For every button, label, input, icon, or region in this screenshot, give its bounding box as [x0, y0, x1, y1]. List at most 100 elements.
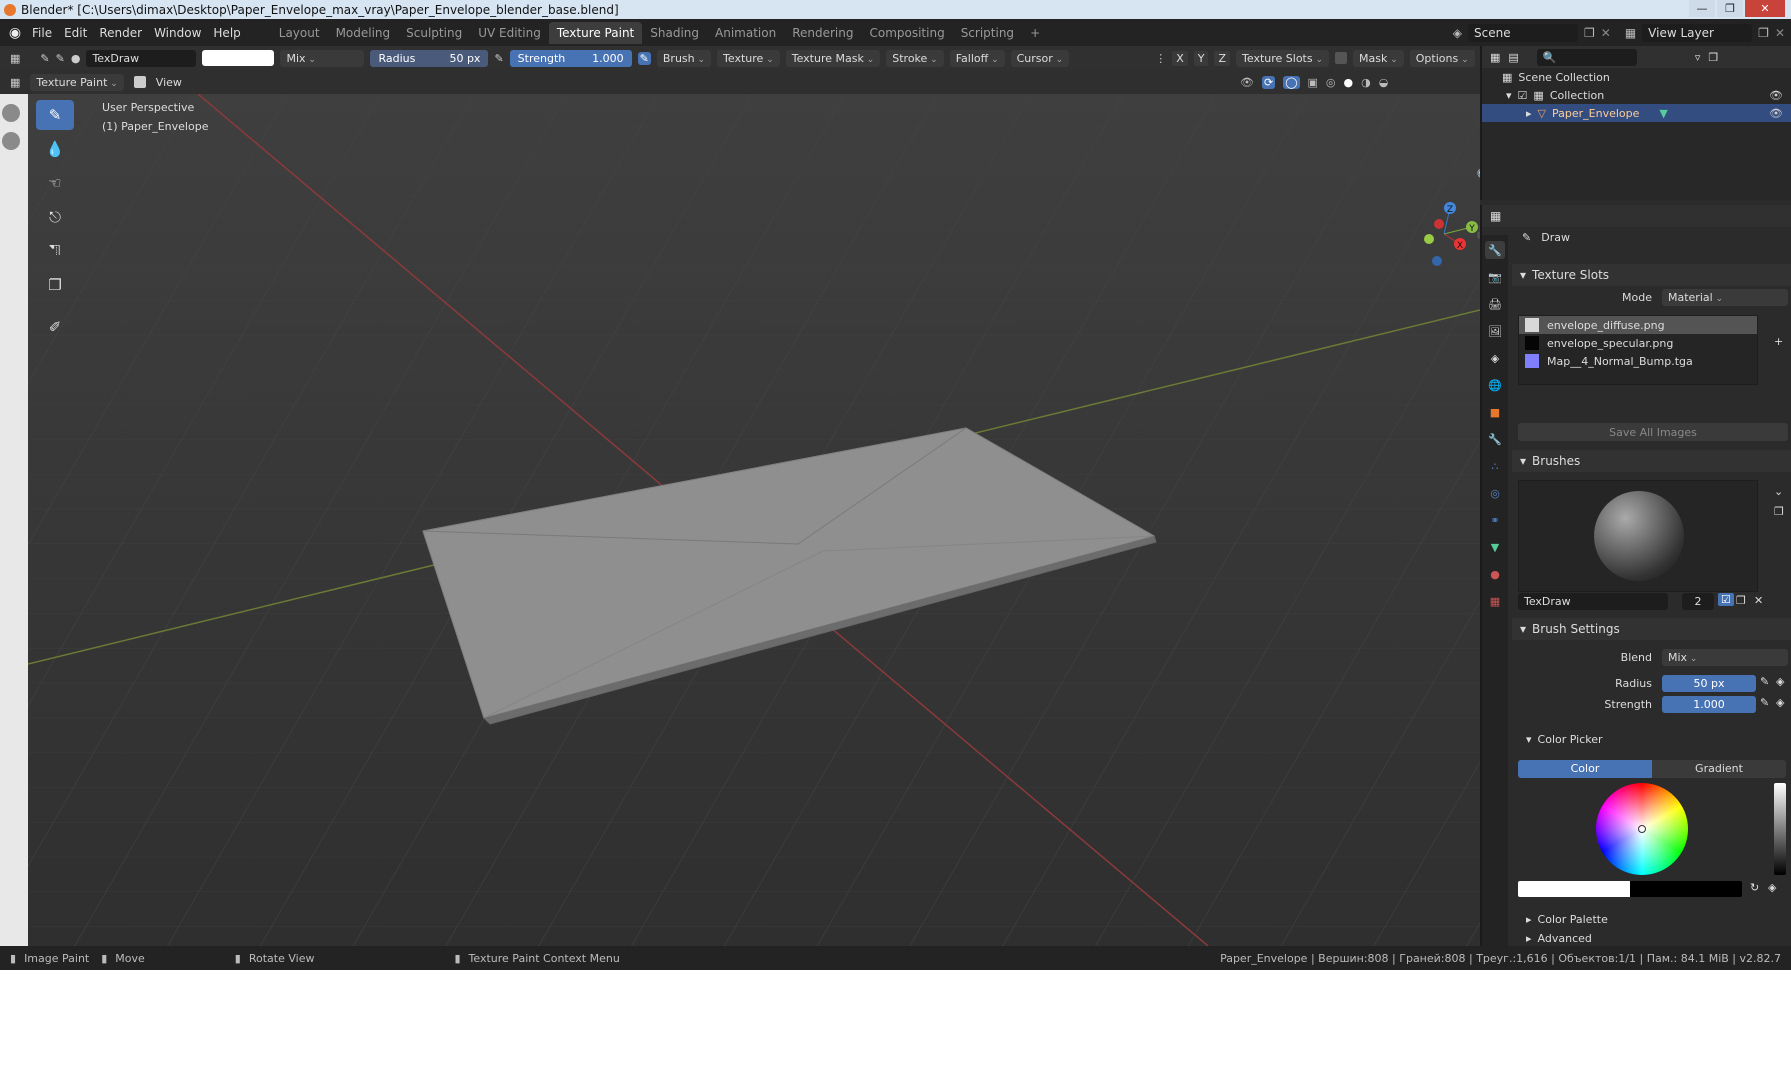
tab-uv-editing[interactable]: UV Editing — [470, 22, 549, 44]
tab-animation[interactable]: Animation — [707, 22, 784, 44]
texture-slot-specular[interactable]: envelope_specular.png — [1519, 334, 1757, 352]
strength-pressure-icon[interactable]: ✎ — [637, 51, 651, 65]
exclude-checkbox[interactable]: ☑ — [1518, 89, 1528, 102]
brush-settings-panel-header[interactable]: ▾ Brush Settings — [1512, 618, 1791, 640]
clone-tool-icon[interactable]: ⎋ — [36, 202, 74, 232]
outliner-editor-icon[interactable]: ▦ — [1490, 51, 1500, 64]
brush-users-count[interactable]: 2 — [1682, 593, 1714, 610]
annotate-tool-icon[interactable]: ✐ — [36, 312, 74, 342]
minimize-button[interactable]: — — [1689, 0, 1715, 17]
particles-tab-icon[interactable]: ∴ — [1485, 457, 1505, 475]
gradient-tab-button[interactable]: Gradient — [1652, 760, 1786, 778]
blend-dropdown[interactable]: Mix — [1662, 649, 1788, 666]
scene-icon[interactable]: ◈ — [1453, 26, 1462, 40]
object-tab-icon[interactable]: ■ — [1485, 403, 1505, 421]
falloff-menu[interactable]: Falloff — [949, 49, 1005, 67]
constraints-tab-icon[interactable]: ⚭ — [1485, 511, 1505, 529]
view-layer-icon[interactable]: ▦ — [1625, 26, 1636, 40]
modifier-tab-icon[interactable]: 🔧 — [1485, 430, 1505, 448]
radius-slider[interactable]: Radius 50 px — [370, 49, 489, 67]
output-tab-icon[interactable]: 🖨 — [1485, 295, 1505, 313]
mode-dropdown[interactable]: Material — [1662, 289, 1788, 306]
strength-unit-icon[interactable]: ◈ — [1776, 696, 1784, 709]
mirror-y-toggle[interactable]: Y — [1193, 50, 1209, 66]
tab-compositing[interactable]: Compositing — [861, 22, 952, 44]
brushes-panel-header[interactable]: ▾ Brushes — [1512, 450, 1791, 472]
tool-select-icon[interactable]: ✎ — [40, 52, 49, 65]
brush-name-field[interactable]: TexDraw — [86, 49, 197, 67]
scene-tab-icon[interactable]: ◈ — [1485, 349, 1505, 367]
gizmo-neg-x-axis[interactable] — [1434, 219, 1444, 229]
texture-menu[interactable]: Texture — [717, 49, 780, 67]
mode-dropdown[interactable]: Texture Paint — [30, 73, 124, 91]
blender-menu-icon[interactable]: ◉ — [0, 25, 30, 41]
menu-edit[interactable]: Edit — [64, 26, 87, 40]
radius-slider[interactable]: 50 px — [1662, 675, 1756, 692]
stroke-menu[interactable]: Stroke — [886, 49, 944, 67]
color-wheel-cursor[interactable] — [1638, 825, 1646, 833]
gizmo-neg-z-axis[interactable] — [1432, 256, 1442, 266]
options-menu[interactable]: Options — [1409, 49, 1475, 67]
material-shading-icon[interactable]: ◑ — [1361, 76, 1371, 89]
brush-browse-icon[interactable]: ❐ — [1774, 505, 1784, 518]
outliner-object-paper-envelope[interactable]: ▸ ▽ Paper_Envelope ▼ 👁 — [1482, 104, 1791, 122]
scene-selector[interactable]: Scene — [1468, 23, 1578, 42]
color-palette-subpanel-header[interactable]: ▸ Color Palette — [1526, 913, 1608, 926]
fill-tool-icon[interactable]: ⛠ — [36, 236, 74, 266]
unlink-brush-icon[interactable]: ✕ — [1754, 594, 1763, 607]
brush-menu[interactable]: Brush — [656, 49, 712, 67]
mirror-icon[interactable]: ⋮ — [1155, 52, 1166, 65]
strength-slider[interactable]: 1.000 — [1662, 696, 1756, 713]
navigation-gizmo[interactable]: X Y Z — [1404, 194, 1480, 274]
add-slot-icon[interactable]: + — [1774, 335, 1783, 348]
3d-viewport[interactable]: User Perspective (1) Paper_Envelope X Y … — [28, 94, 1480, 946]
expand-arrow-icon[interactable]: ▾ — [1506, 89, 1512, 102]
fake-user-icon[interactable]: ● — [71, 52, 81, 65]
view-menu[interactable]: View — [156, 76, 182, 89]
brush-color-swatch[interactable] — [202, 50, 275, 66]
tool-tab-icon[interactable]: 🔧 — [1485, 241, 1505, 259]
outliner-collection[interactable]: ▾ ☑ ▦ Collection 👁 — [1482, 86, 1791, 104]
cursor-menu[interactable]: Cursor — [1010, 49, 1070, 67]
tab-scripting[interactable]: Scripting — [953, 22, 1022, 44]
view-layer-tab-icon[interactable]: 🖼 — [1485, 322, 1505, 340]
swap-colors-icon[interactable]: ↻ — [1750, 881, 1759, 894]
mask-tool-icon[interactable]: ❐ — [36, 270, 74, 300]
gizmo-neg-y-axis[interactable] — [1424, 234, 1434, 244]
editor-type-icon[interactable]: ▦ — [10, 76, 20, 89]
menu-render[interactable]: Render — [99, 26, 142, 40]
object-visibility-icon[interactable]: 👁 — [1769, 107, 1783, 120]
display-mode-icon[interactable]: ▤ — [1508, 51, 1518, 64]
tab-shading[interactable]: Shading — [642, 22, 707, 44]
texture-slot-normal[interactable]: Map__4_Normal_Bump.tga — [1519, 352, 1757, 370]
advanced-subpanel-header[interactable]: ▸ Advanced — [1526, 932, 1592, 945]
properties-editor-icon[interactable]: ▦ — [1490, 209, 1501, 223]
overlay-toggle-icon[interactable]: ◯ — [1283, 75, 1300, 89]
radius-pressure-icon[interactable]: ✎ — [1760, 675, 1769, 688]
texture-slots-panel-header[interactable]: ▾ Texture Slots — [1512, 264, 1791, 286]
wireframe-shading-icon[interactable]: ◎ — [1326, 76, 1336, 89]
physics-tab-icon[interactable]: ◎ — [1485, 484, 1505, 502]
fake-user-icon[interactable]: ☑ — [1718, 593, 1734, 606]
color-swatch-bar[interactable] — [1518, 881, 1742, 897]
filter-icon[interactable]: ▿ — [1695, 51, 1701, 64]
expand-arrow-icon[interactable]: ▸ — [1526, 107, 1532, 120]
editor-type-icon[interactable]: ▦ — [10, 52, 20, 65]
remove-scene-icon[interactable]: ✕ — [1601, 26, 1611, 40]
solid-shading-icon[interactable]: ● — [1344, 76, 1354, 89]
render-tab-icon[interactable]: 📷 — [1485, 268, 1505, 286]
mirror-x-toggle[interactable]: X — [1172, 50, 1188, 66]
strength-slider[interactable]: Strength 1.000 — [509, 49, 632, 67]
draw-tool-icon[interactable]: ✎ — [36, 100, 74, 130]
value-slider[interactable] — [1774, 783, 1786, 875]
tab-layout[interactable]: Layout — [271, 22, 328, 44]
color-unified-icon[interactable]: ◈ — [1768, 881, 1776, 894]
new-scene-icon[interactable]: ❐ — [1584, 26, 1595, 40]
texture-mask-menu[interactable]: Texture Mask — [785, 49, 881, 67]
save-all-images-button[interactable]: Save All Images — [1518, 423, 1788, 441]
blend-mode-dropdown[interactable]: Mix — [280, 49, 365, 67]
color-wheel[interactable] — [1596, 783, 1688, 875]
brush-preview[interactable] — [1518, 480, 1758, 592]
new-view-layer-icon[interactable]: ❐ — [1758, 26, 1769, 40]
texture-tab-icon[interactable]: ▦ — [1485, 592, 1505, 610]
